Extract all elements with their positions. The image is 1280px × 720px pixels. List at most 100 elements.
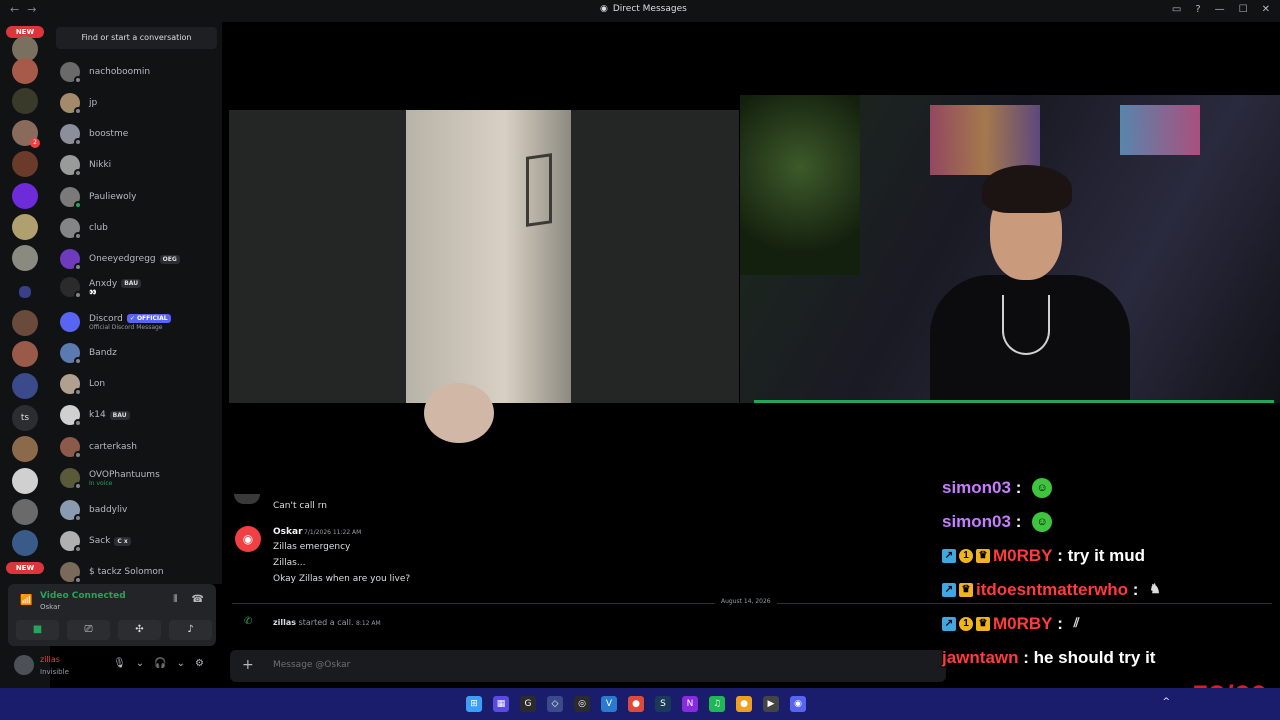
next-icon[interactable]: N xyxy=(682,696,698,712)
server-icon[interactable] xyxy=(12,341,38,367)
soundboard-icon[interactable]: ♪ xyxy=(169,620,212,640)
video-tile-self[interactable] xyxy=(740,95,1280,403)
help-icon[interactable]: ? xyxy=(1195,4,1200,15)
microphone-icon[interactable]: 🎙 xyxy=(113,658,126,669)
server-icon[interactable]: 2 xyxy=(12,120,40,148)
headphones-icon[interactable]: 🎧 xyxy=(154,658,166,669)
chat-line: ↗ 1 ♛ M0RBY : ⫽ xyxy=(942,610,1092,638)
media-icon[interactable]: ▶ xyxy=(763,696,779,712)
avatar[interactable] xyxy=(14,655,34,675)
dm-item[interactable]: Bandz xyxy=(60,339,220,367)
video-tile-remote[interactable] xyxy=(229,110,739,443)
activities-icon[interactable]: ✣ xyxy=(118,620,161,640)
crown-icon: ♛ xyxy=(959,583,973,597)
forward-button[interactable]: → xyxy=(27,3,36,16)
camera-icon[interactable]: ■ xyxy=(16,620,59,640)
close-button[interactable]: ✕ xyxy=(1262,4,1270,15)
spotify-icon[interactable]: ♫ xyxy=(709,696,725,712)
dm-name: Bandz xyxy=(89,348,117,358)
chrome-icon[interactable]: ● xyxy=(628,696,644,712)
obs-icon[interactable]: ◎ xyxy=(574,696,590,712)
dm-item[interactable]: OVOPhantuums In voice xyxy=(60,464,220,492)
discord-icon[interactable]: ◉ xyxy=(790,696,806,712)
server-icon[interactable] xyxy=(12,530,38,556)
dm-item[interactable]: Oneeyedgregg OEG xyxy=(60,245,220,273)
maximize-button[interactable]: ☐ xyxy=(1239,4,1248,15)
logitech-icon[interactable]: G xyxy=(520,696,536,712)
plus-icon[interactable]: + xyxy=(242,657,254,673)
server-icon[interactable] xyxy=(12,499,38,525)
dm-name: k14 xyxy=(89,410,106,420)
wall-frame xyxy=(526,153,552,227)
dm-item[interactable]: Sack C x xyxy=(60,527,220,555)
avatar xyxy=(60,500,82,522)
voice-channel[interactable]: Oskar xyxy=(40,603,60,611)
chat-line: ↗ 1 ♛ M0RBY : try it mud xyxy=(942,542,1145,570)
avatar[interactable]: ◉ xyxy=(235,526,261,552)
server-icon[interactable] xyxy=(12,214,38,240)
dm-item[interactable]: k14 BAU xyxy=(60,401,220,429)
message-text: Can't call rn xyxy=(273,501,327,511)
vscode-icon[interactable]: V xyxy=(601,696,617,712)
message-composer[interactable]: + Message @Oskar xyxy=(230,650,946,682)
call-user[interactable]: zillas xyxy=(273,618,296,627)
vpn-icon[interactable]: ◇ xyxy=(547,696,563,712)
dm-item[interactable]: $ tackz Solomon xyxy=(60,558,220,586)
badge-icon: ↗ xyxy=(942,549,956,563)
server-icon[interactable] xyxy=(12,245,38,271)
nav-buttons: ← → xyxy=(10,3,36,16)
server-icon[interactable] xyxy=(12,151,38,177)
dm-name: nachoboomin xyxy=(89,67,151,77)
signal-icon[interactable]: 📶 xyxy=(20,595,32,606)
folder-icon[interactable] xyxy=(19,286,31,298)
inbox-icon[interactable]: ▭ xyxy=(1172,4,1181,15)
tray-chevron-icon[interactable]: ^ xyxy=(1162,697,1170,707)
dm-item[interactable]: club xyxy=(60,214,220,242)
message-author[interactable]: Oskar xyxy=(273,527,303,537)
disconnect-icon[interactable]: ☎ xyxy=(192,594,204,605)
voice-buttons: ■ ⎚ ✣ ♪ xyxy=(16,620,212,640)
gear-icon[interactable]: ⚙ xyxy=(195,658,204,669)
server-icon-ts[interactable]: ts xyxy=(12,405,38,431)
dm-item[interactable]: nachoboomin xyxy=(60,58,220,86)
tag-badge: BAU xyxy=(121,279,142,288)
dm-item[interactable]: Nikki xyxy=(60,151,220,179)
server-icon[interactable] xyxy=(12,88,38,114)
dm-item[interactable]: Pauliewoly xyxy=(60,183,220,211)
window-controls: ▭ ? — ☐ ✕ xyxy=(1172,4,1270,15)
dm-item[interactable]: Discord ✓ OFFICIAL Official Discord Messag… xyxy=(60,308,220,336)
server-icon[interactable] xyxy=(12,58,38,84)
chrome-icon-2[interactable]: ● xyxy=(736,696,752,712)
server-icon[interactable] xyxy=(12,310,38,336)
dm-item[interactable]: Anxdy BAU 👀 xyxy=(60,273,220,301)
windows-icon[interactable]: ⊞ xyxy=(466,696,482,712)
server-icon[interactable] xyxy=(12,373,38,399)
dm-item[interactable]: baddyliv xyxy=(60,496,220,524)
noise-suppression-icon[interactable]: ⦀ xyxy=(173,594,177,605)
chat-separator: : xyxy=(1010,478,1027,497)
screenshare-icon[interactable]: ⎚ xyxy=(67,620,110,640)
dm-item[interactable]: carterkash xyxy=(60,433,220,461)
minimize-button[interactable]: — xyxy=(1215,4,1225,15)
avatar xyxy=(60,312,80,332)
status-indicator xyxy=(74,357,82,365)
chevron-down-icon[interactable]: ⌄ xyxy=(136,658,144,669)
dm-subtext: In voice xyxy=(89,479,113,487)
chat-username: jawntawn xyxy=(942,648,1019,667)
dm-item[interactable]: Lon xyxy=(60,370,220,398)
server-icon[interactable] xyxy=(12,468,38,494)
apps-icon[interactable]: ▦ xyxy=(493,696,509,712)
steam-icon[interactable]: S xyxy=(655,696,671,712)
message-input[interactable]: Message @Oskar xyxy=(273,660,350,670)
dm-name: Nikki xyxy=(89,160,112,170)
badge-icon: 1 xyxy=(959,617,973,631)
chevron-down-icon[interactable]: ⌄ xyxy=(177,658,185,669)
back-button[interactable]: ← xyxy=(10,3,19,16)
find-conversation-button[interactable]: Find or start a conversation xyxy=(56,27,217,49)
server-icon[interactable] xyxy=(12,183,38,209)
username[interactable]: zillas xyxy=(40,655,60,664)
dm-item[interactable]: boostme xyxy=(60,120,220,148)
server-icon[interactable] xyxy=(12,436,38,462)
dm-item[interactable]: jp xyxy=(60,89,220,117)
tag-badge: C x xyxy=(114,536,131,546)
